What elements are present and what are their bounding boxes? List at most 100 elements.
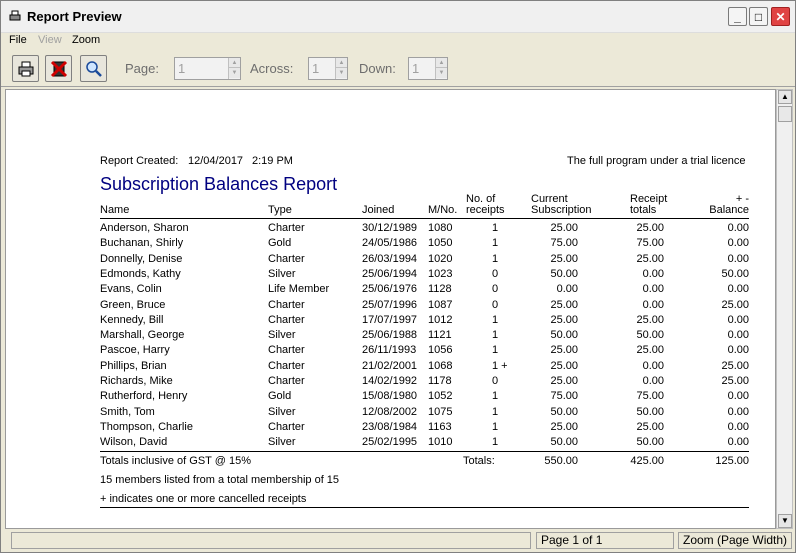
cell-balance: 25.00 [721,375,749,387]
col-current-line2: Subscription [531,204,592,216]
cell-current: 25.00 [550,359,578,372]
cell-current: 0.00 [556,283,578,296]
scroll-down-icon[interactable]: ▼ [778,514,792,528]
cell-receipts: 1 [492,436,499,449]
cell-current: 25.00 [550,420,578,433]
cell-mno: 1068 [428,359,453,372]
table-row: Donnelly, Denise Charter 26/03/1994 1020 1 25… [100,253,750,268]
col-rtotals-line2: totals [630,204,657,216]
zoom-button[interactable] [80,55,107,82]
cell-mno: 1163 [428,420,452,433]
close-preview-button[interactable] [45,55,72,82]
cell-receipts: 1 [492,344,499,357]
cell-balance: 0.00 [727,390,749,403]
cell-name: Rutherford, Henry [100,390,188,403]
cell-rtotal: 25.00 [636,313,664,326]
cell-name: Wilson, David [100,436,168,449]
cell-type: Gold [268,390,292,403]
scroll-thumb[interactable] [778,106,792,122]
maximize-button[interactable]: □ [749,7,768,26]
table-row: Pascoe, Harry Charter 26/11/1993 1056 1 25.00… [100,344,750,359]
report-title: Subscription Balances Report [100,174,338,194]
cell-type: Silver [268,405,296,418]
down-spinner-arrows: ▲ ▼ [435,58,447,79]
menu-zoom[interactable]: Zoom [72,34,100,46]
cell-name: Donnelly, Denise [100,252,183,265]
table-row: Rutherford, Henry Gold 15/08/1980 1052 1 75.0… [100,390,750,405]
close-button[interactable]: ✕ [771,7,790,26]
window-title: Report Preview [27,9,122,24]
cell-receipts: 1 [492,390,499,403]
minimize-icon: _ [734,10,741,24]
cell-type: Silver [268,267,296,280]
spin-down-icon[interactable]: ▼ [336,68,347,78]
cancelled-note: + indicates one or more cancelled receip… [100,493,307,505]
spin-up-icon[interactable]: ▲ [336,58,347,68]
cell-rtotal: 25.00 [636,222,664,234]
cell-receipts: 1 [492,237,499,250]
menu-view[interactable]: View [38,34,62,46]
cell-receipts: 0 [492,283,499,296]
page-spinner[interactable]: 1 ▲ ▼ [174,57,241,80]
cell-balance: 0.00 [727,329,749,342]
across-value: 1 [312,61,320,76]
cell-balance: 25.00 [721,359,749,372]
cell-name: Smith, Tom [100,405,155,418]
menu-bar: File View Zoom [1,33,795,50]
cell-balance: 25.00 [721,298,749,311]
down-spinner[interactable]: 1 ▲ ▼ [408,57,448,80]
cell-current: 50.00 [550,267,578,280]
cell-rtotal: 0.00 [642,375,664,387]
table-row: Phillips, Brian Charter 21/02/2001 1068 1 + 2… [100,360,750,375]
spin-up-icon[interactable]: ▲ [436,58,447,68]
cell-balance: 0.00 [727,436,749,449]
col-type: Type [268,204,292,216]
cell-current: 50.00 [550,405,578,418]
cell-current: 25.00 [550,344,578,357]
cell-receipts: 1 [492,313,499,326]
report-page: Report Created: 12/04/2017 2:19 PM The f… [5,89,776,529]
cell-joined: 25/06/1976 [362,283,418,296]
cell-joined: 30/12/1989 [362,222,418,234]
cell-rtotal: 25.00 [636,420,664,433]
cell-mno: 1010 [428,436,453,449]
cell-mno: 1052 [428,390,453,403]
cell-type: Silver [268,436,296,449]
print-button[interactable] [12,55,39,82]
vertical-scrollbar[interactable]: ▲ ▼ [776,89,793,529]
table-row: Smith, Tom Silver 12/08/2002 1075 1 50.00 50.0… [100,406,750,421]
cell-type: Charter [268,375,305,387]
cell-current: 25.00 [550,222,578,234]
cell-balance: 50.00 [721,267,749,280]
cell-current: 50.00 [550,436,578,449]
cell-receipts: 1 [492,222,499,234]
cell-current: 25.00 [550,298,578,311]
cell-joined: 15/08/1980 [362,390,418,403]
scroll-up-icon[interactable]: ▲ [778,90,792,104]
cell-joined: 24/05/1986 [362,237,418,250]
cell-type: Life Member [268,283,330,296]
title-bar[interactable]: Report Preview _ □ ✕ [1,1,795,33]
cell-receipts: 1 + [492,359,508,372]
spin-down-icon[interactable]: ▼ [229,68,240,78]
cell-balance: 0.00 [727,222,749,234]
spin-up-icon[interactable]: ▲ [229,58,240,68]
cell-rtotal: 25.00 [636,252,664,265]
cell-receipts: 0 [492,375,499,387]
cell-type: Charter [268,344,305,357]
cell-type: Charter [268,420,305,433]
minimize-button[interactable]: _ [728,7,747,26]
cell-balance: 0.00 [727,283,749,296]
menu-file[interactable]: File [9,34,27,46]
table-row: Green, Bruce Charter 25/07/1996 1087 0 25.00 0… [100,299,750,314]
cell-joined: 25/07/1996 [362,298,418,311]
cell-type: Charter [268,222,305,234]
cell-current: 50.00 [550,329,578,342]
across-spinner-arrows: ▲ ▼ [335,58,347,79]
cell-rtotal: 25.00 [636,344,664,357]
cell-joined: 17/07/1997 [362,313,418,326]
across-spinner[interactable]: 1 ▲ ▼ [308,57,348,80]
spin-down-icon[interactable]: ▼ [436,68,447,78]
report-preview-window: Report Preview _ □ ✕ File View Zoom Page… [0,0,796,553]
cell-mno: 1056 [428,344,453,357]
